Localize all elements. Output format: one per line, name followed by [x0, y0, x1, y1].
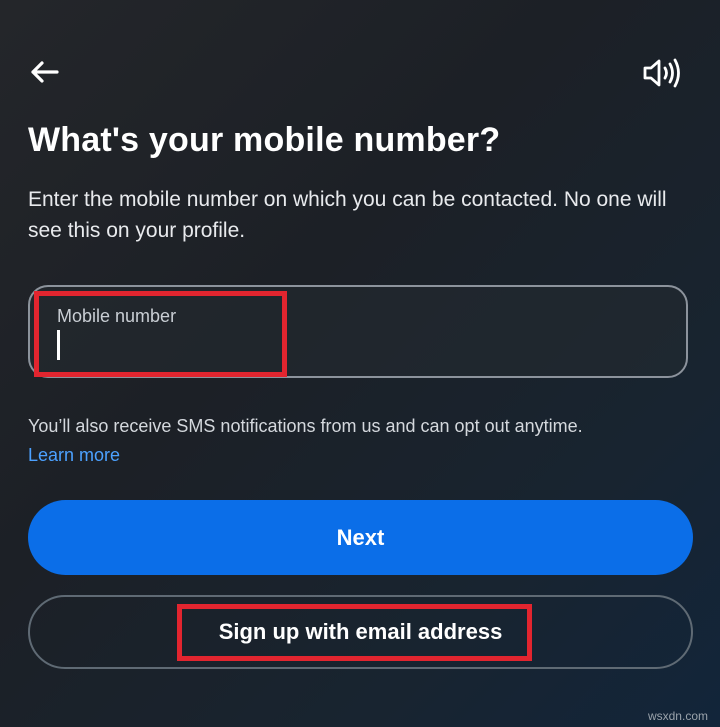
sms-notice: You’ll also receive SMS notifications fr…: [28, 416, 583, 436]
sound-button[interactable]: [638, 54, 686, 92]
signup-screen: What's your mobile number? Enter the mob…: [0, 0, 720, 727]
mobile-number-field[interactable]: Mobile number: [28, 285, 688, 378]
mobile-number-input[interactable]: [55, 331, 655, 361]
mobile-number-label: Mobile number: [57, 306, 177, 326]
page-subtitle: Enter the mobile number on which you can…: [28, 188, 667, 242]
back-button[interactable]: [26, 56, 62, 88]
speaker-icon: [643, 58, 680, 88]
next-button[interactable]: Next: [28, 500, 693, 575]
back-arrow-icon: [31, 61, 59, 83]
learn-more-link[interactable]: Learn more: [28, 441, 120, 470]
watermark: wsxdn.com: [647, 709, 708, 723]
text-cursor: [57, 330, 60, 360]
page-title: What's your mobile number?: [28, 121, 501, 159]
email-signup-button[interactable]: Sign up with email address: [28, 595, 693, 669]
